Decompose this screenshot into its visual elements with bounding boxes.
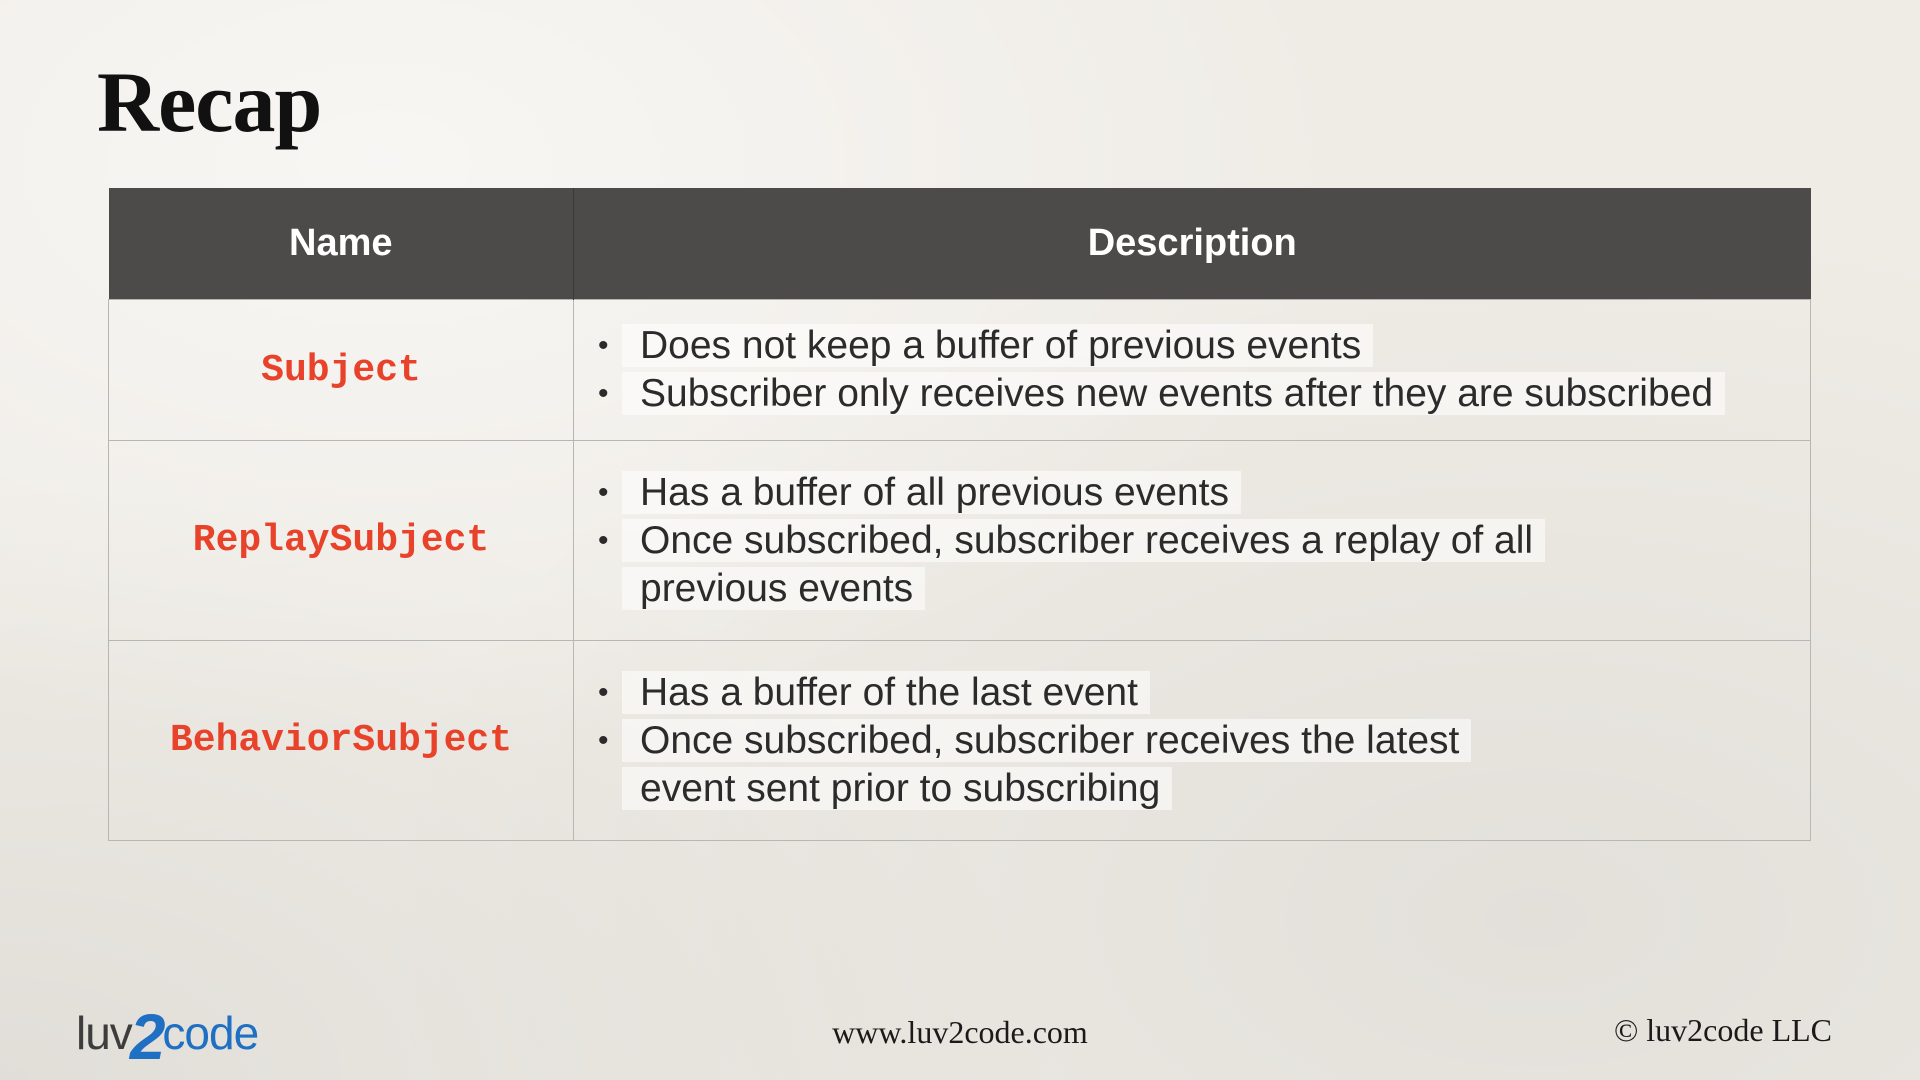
bullet: • [598,723,609,757]
description-item: • Has a buffer of the last event [598,669,1558,717]
description-list: • Has a buffer of the last event • Once … [574,669,1558,813]
description-item: • Does not keep a buffer of previous eve… [598,322,1810,370]
bullet: • [598,475,609,509]
table-row: ReplaySubject • Has a buffer of all prev… [108,440,1811,641]
replaysubject-description-cell: • Has a buffer of all previous events • … [573,440,1811,641]
behaviorsubject-name-cell: BehaviorSubject [108,640,574,841]
header-name: Name [108,188,574,300]
description-list: • Does not keep a buffer of previous eve… [574,322,1810,418]
table-row: BehaviorSubject • Has a buffer of the la… [108,640,1811,841]
description-text: Once subscribed, subscriber receives the… [622,718,1472,810]
description-text: Has a buffer of the last event [622,670,1150,714]
header-description: Description [573,188,1811,300]
bullet: • [598,329,609,362]
description-item: • Once subscribed, subscriber receives a… [598,517,1558,613]
bullet: • [598,523,609,557]
recap-table: Name Description Subject • Does not keep… [108,188,1811,841]
replaysubject-name-cell: ReplaySubject [108,440,574,641]
bullet: • [598,377,609,410]
bullet: • [598,675,609,709]
description-text: Does not keep a buffer of previous event… [622,324,1374,367]
description-text: Once subscribed, subscriber receives a r… [622,518,1546,610]
footer-copyright: © luv2code LLC [1613,1012,1832,1048]
subject-description-cell: • Does not keep a buffer of previous eve… [573,299,1811,441]
slide-title: Recap [97,54,322,150]
description-item: • Once subscribed, subscriber receives t… [598,717,1558,813]
description-item: • Has a buffer of all previous events [598,469,1558,517]
behaviorsubject-description-cell: • Has a buffer of the last event • Once … [573,640,1811,841]
table-header-row: Name Description [108,188,1811,300]
description-text: Has a buffer of all previous events [622,470,1241,514]
description-list: • Has a buffer of all previous events • … [574,469,1558,613]
description-text: Subscriber only receives new events afte… [622,372,1726,415]
subject-name-cell: Subject [108,299,574,441]
description-item: • Subscriber only receives new events af… [598,370,1810,418]
table-row: Subject • Does not keep a buffer of prev… [108,299,1811,441]
